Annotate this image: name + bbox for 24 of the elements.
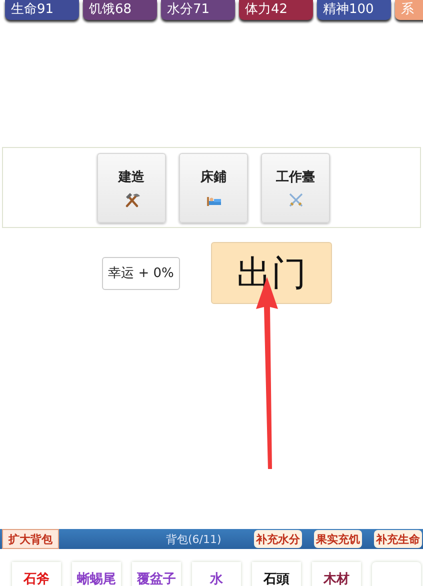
item-slot[interactable]: 石頭 [252,562,301,586]
action-button[interactable]: 果实充饥 [314,530,362,548]
hammer-pick-icon [124,192,140,208]
expand-backpack-button[interactable]: 扩大背包 [2,529,59,549]
item-slot[interactable]: 水 [192,562,241,586]
stat-button[interactable]: 饥饿68 [83,0,157,20]
stat-button[interactable]: 精神100 [317,0,391,20]
building-button[interactable]: 床鋪 [179,152,248,222]
go-out-button[interactable]: 出门 [211,242,332,304]
item-slot[interactable]: 覆盆子 [132,562,181,586]
stat-button[interactable]: 水分71 [161,0,235,20]
item-slot[interactable]: 木材 [312,562,361,586]
building-button[interactable]: 建造 [97,152,166,222]
action-button[interactable]: 补充水分 [254,530,302,548]
empty-slot [372,562,421,586]
building-button[interactable]: 工作臺 [261,152,330,222]
action-button[interactable]: 补充生命 [374,530,422,548]
crossed-swords-icon [288,192,304,208]
stat-button[interactable]: 生命91 [5,0,79,20]
item-slot[interactable]: 蜥蜴尾 [72,562,121,586]
item-slot[interactable]: 石斧 [12,562,61,586]
luck-label: 幸运 + 0% [102,256,180,290]
backpack-title: 背包(6/11) [166,532,222,546]
stat-button[interactable]: 体力42 [239,0,313,20]
